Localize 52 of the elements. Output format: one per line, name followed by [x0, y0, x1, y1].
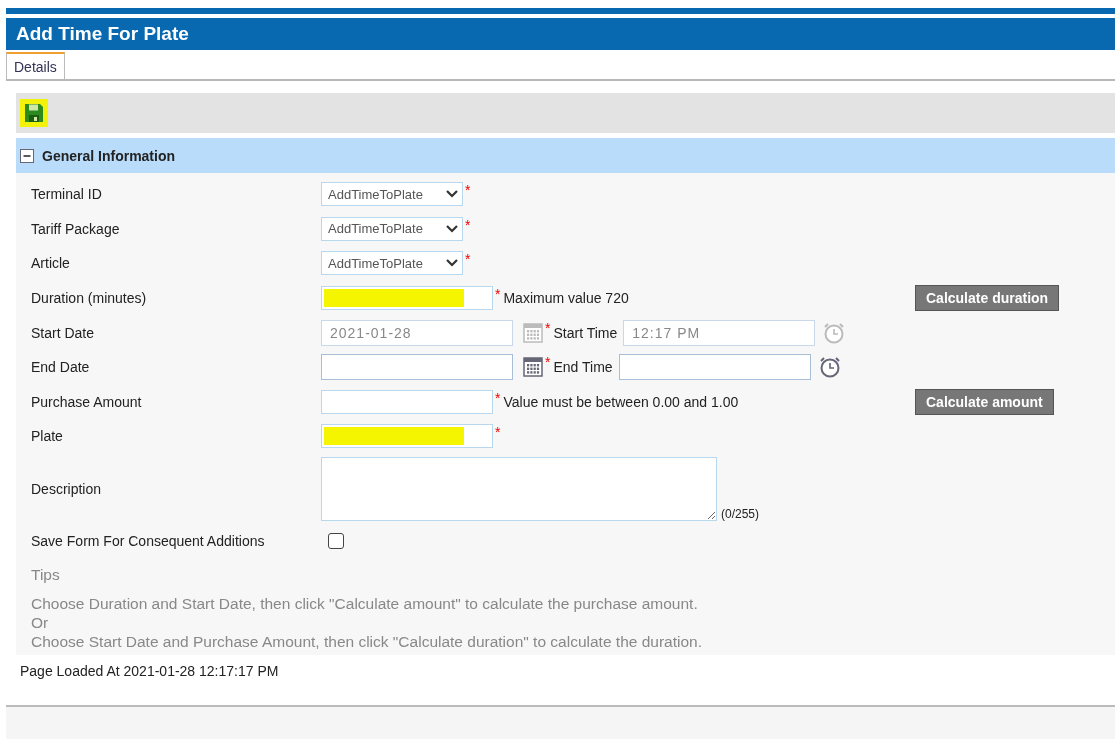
- required-mark: *: [545, 354, 551, 371]
- input-field[interactable]: [321, 389, 493, 414]
- chevron-icon: [446, 259, 458, 268]
- window-title: Add Time For Plate: [6, 18, 1115, 50]
- hint-text: Maximum value 720: [503, 290, 629, 307]
- required-mark: *: [465, 251, 471, 268]
- page-loaded-text: Page Loaded At 2021-01-28 12:17:17 PM: [20, 663, 279, 680]
- hint-text: Value must be between 0.00 and 1.00: [503, 393, 739, 410]
- save-icon: [24, 103, 44, 123]
- field-label: End Date: [31, 359, 90, 376]
- calendar-icon[interactable]: [523, 357, 543, 378]
- tip-text: Choose Duration and Start Date, then click "Calculate amount" to calculate the purchase amount.: [31, 594, 699, 614]
- time-field[interactable]: [618, 354, 811, 381]
- collapse-icon[interactable]: [20, 148, 34, 163]
- tab[interactable]: Details: [6, 52, 65, 79]
- required-mark: *: [465, 182, 471, 199]
- field-label: Tariff Package: [31, 220, 120, 237]
- save-button[interactable]: [20, 99, 48, 127]
- field-label: Description: [31, 480, 102, 497]
- required-mark: *: [495, 389, 501, 406]
- dropdown[interactable]: AddTimeToPlate: [321, 216, 463, 241]
- field-label: End Time: [553, 359, 613, 376]
- input-field[interactable]: [321, 286, 493, 311]
- required-mark: *: [465, 216, 471, 233]
- checkbox[interactable]: [328, 533, 344, 550]
- character-counter: (0/255): [721, 506, 760, 521]
- tip-text: Or: [31, 613, 50, 633]
- required-mark: *: [495, 424, 501, 441]
- required-mark: *: [495, 286, 501, 303]
- chevron-icon: [446, 224, 458, 233]
- field-label: Start Date: [31, 324, 95, 341]
- section-header[interactable]: General Information: [16, 138, 1115, 173]
- field-label: Terminal ID: [31, 186, 102, 203]
- dropdown[interactable]: AddTimeToPlate: [321, 182, 463, 207]
- field-label: Article: [31, 255, 70, 272]
- field-label: Duration (minutes): [31, 290, 147, 307]
- date-field[interactable]: [321, 354, 513, 381]
- tip-text: Choose Start Date and Purchase Amount, then click "Calculate duration" to calculate the duration.: [31, 632, 703, 652]
- calculate-button[interactable]: Calculate amount: [915, 388, 1054, 415]
- field-label: Plate: [31, 428, 63, 445]
- tips-title: Tips: [31, 566, 61, 585]
- clock-icon[interactable]: [818, 356, 841, 379]
- input-field[interactable]: [321, 424, 493, 449]
- description-field[interactable]: [321, 456, 717, 521]
- field-label: Purchase Amount: [31, 393, 142, 410]
- section-title: General Information: [42, 147, 176, 164]
- field-label: Start Time: [553, 324, 618, 341]
- required-mark: *: [545, 319, 551, 336]
- calculate-button[interactable]: Calculate duration: [915, 285, 1060, 312]
- field-label: Save Form For Consequent Additions: [31, 533, 265, 550]
- chevron-icon: [446, 190, 458, 199]
- dropdown[interactable]: AddTimeToPlate: [321, 251, 463, 276]
